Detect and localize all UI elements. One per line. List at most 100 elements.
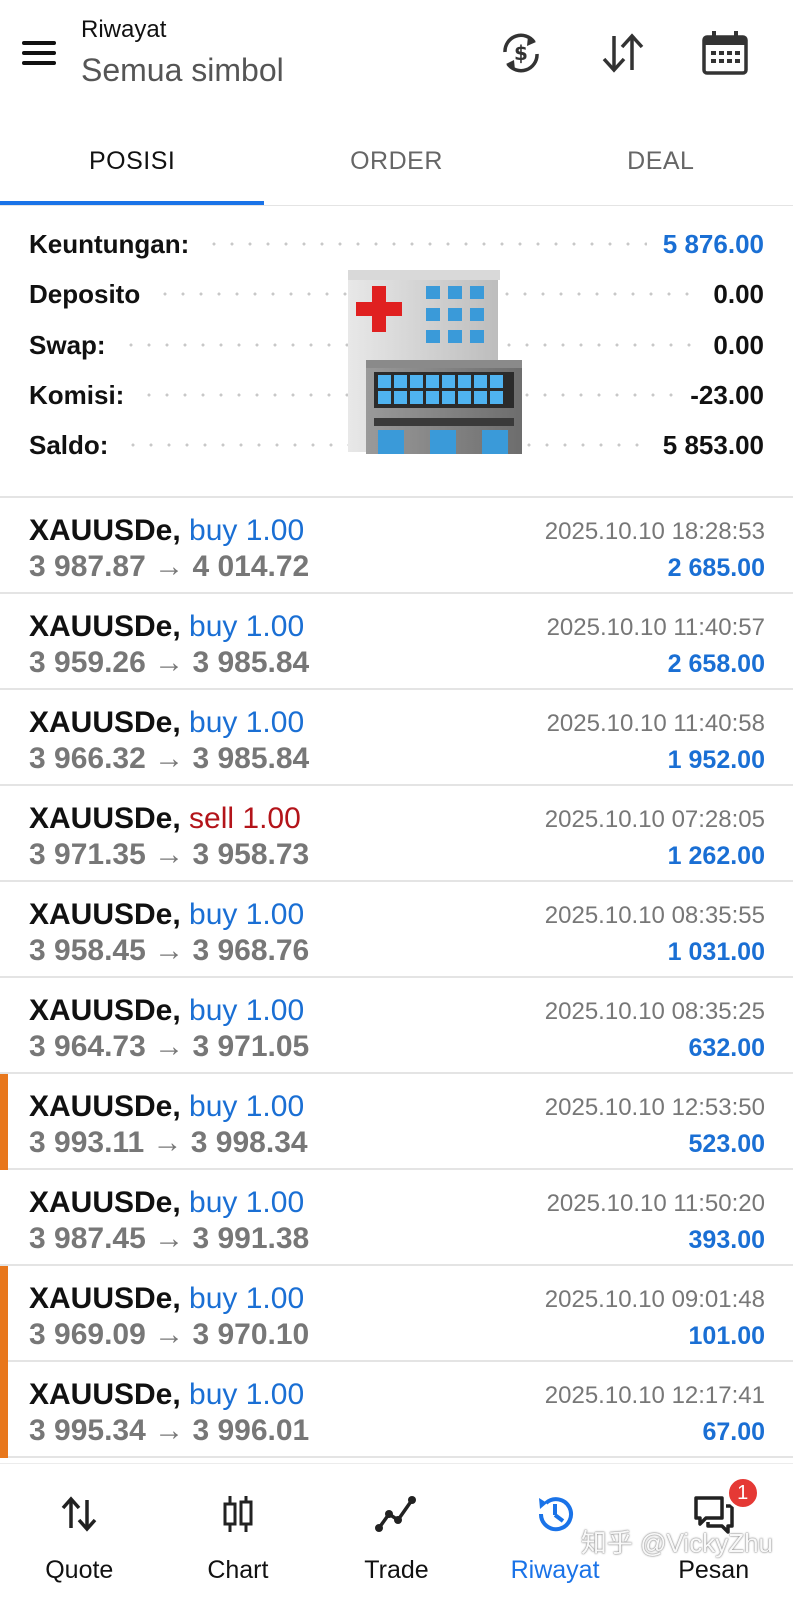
tab-posisi[interactable]: POSISI	[0, 118, 265, 205]
deal-profit: 2 658.00	[667, 650, 765, 678]
list-item[interactable]: XAUUSDe, buy 1.00 3 964.73 → 3 971.05 20…	[0, 978, 793, 1074]
candlestick-icon	[216, 1492, 260, 1536]
svg-text:$: $	[514, 41, 528, 65]
deal-time: 2025.10.10 08:35:25	[544, 998, 765, 1025]
nav-label: Trade	[364, 1556, 429, 1584]
deal-prices: 3 993.11 → 3 998.34	[29, 1126, 308, 1159]
deal-time: 2025.10.10 12:17:41	[544, 1382, 765, 1409]
balance-value: 5 853.00	[662, 429, 764, 460]
deal-side: buy 1.00	[189, 994, 305, 1027]
list-item[interactable]: XAUUSDe, buy 1.00 3 969.09 → 3 970.10 20…	[0, 1266, 793, 1362]
tab-order[interactable]: ORDER	[264, 118, 528, 205]
profit-value: 5 876.00	[662, 228, 764, 259]
deal-profit: 1 262.00	[667, 842, 765, 870]
deal-prices: 3 966.32 → 3 985.84	[29, 742, 310, 775]
deal-time: 2025.10.10 12:53:50	[544, 1094, 765, 1121]
swap-label: Swap:	[29, 329, 106, 360]
deal-time: 2025.10.10 18:28:53	[544, 518, 765, 545]
deal-side: buy 1.00	[189, 1282, 305, 1315]
deal-side: sell 1.00	[189, 802, 301, 835]
top-bar: Riwayat Semua simbol $	[0, 0, 793, 115]
position-list: XAUUSDe, buy 1.00 3 987.87 → 4 014.72 20…	[0, 498, 793, 1458]
deal-time: 2025.10.10 08:35:55	[544, 902, 765, 929]
deal-prices: 3 959.26 → 3 985.84	[29, 646, 310, 679]
deal-time: 2025.10.10 11:50:20	[546, 1190, 765, 1217]
list-item[interactable]: XAUUSDe, buy 1.00 3 987.45 → 3 991.38 20…	[0, 1170, 793, 1266]
deal-side: buy 1.00	[189, 610, 305, 643]
deal-side: buy 1.00	[189, 1090, 305, 1123]
quote-arrows-icon	[57, 1492, 101, 1536]
list-item[interactable]: XAUUSDe, buy 1.00 3 959.26 → 3 985.84 20…	[0, 594, 793, 690]
nav-label: Pesan	[678, 1556, 750, 1584]
deal-profit: 632.00	[688, 1034, 765, 1062]
balance-label: Saldo:	[29, 429, 109, 460]
nav-label: Quote	[45, 1556, 114, 1584]
page-title: Riwayat	[81, 16, 167, 43]
currency-exchange-icon[interactable]: $	[496, 28, 546, 78]
deal-side: buy 1.00	[189, 898, 305, 931]
list-item[interactable]: XAUUSDe, buy 1.00 3 966.32 → 3 985.84 20…	[0, 690, 793, 786]
history-tabs: POSISI ORDER DEAL	[0, 118, 793, 206]
deal-profit: 1 952.00	[667, 746, 765, 774]
deal-prices: 3 969.09 → 3 970.10	[29, 1318, 310, 1351]
deal-profit: 2 685.00	[667, 554, 765, 582]
list-item[interactable]: XAUUSDe, buy 1.00 3 987.87 → 4 014.72 20…	[0, 498, 793, 594]
deposit-label: Deposito	[29, 278, 141, 309]
deal-symbol: XAUUSDe,	[29, 610, 181, 643]
deal-side: buy 1.00	[189, 1186, 305, 1219]
deal-symbol: XAUUSDe,	[29, 514, 181, 547]
deal-time: 2025.10.10 11:40:58	[546, 710, 765, 737]
deal-prices: 3 987.87 → 4 014.72	[29, 550, 310, 583]
deal-symbol: XAUUSDe,	[29, 898, 181, 931]
nav-chart[interactable]: Chart	[159, 1464, 318, 1599]
menu-icon[interactable]	[18, 36, 60, 70]
deal-time: 2025.10.10 11:40:57	[546, 614, 765, 641]
swap-value: 0.00	[713, 329, 764, 360]
nav-label: Riwayat	[510, 1556, 600, 1584]
position-marker	[0, 1074, 8, 1170]
deal-side: buy 1.00	[189, 1378, 305, 1411]
tab-deal[interactable]: DEAL	[529, 118, 793, 205]
nav-trade[interactable]: Trade	[317, 1464, 476, 1599]
notification-badge: 1	[725, 1476, 760, 1510]
symbol-filter[interactable]: Semua simbol	[81, 52, 284, 89]
deal-symbol: XAUUSDe,	[29, 1186, 181, 1219]
deal-prices: 3 971.35 → 3 958.73	[29, 838, 310, 871]
deal-time: 2025.10.10 09:01:48	[544, 1286, 765, 1313]
sort-icon[interactable]	[598, 28, 648, 78]
dotted-leader	[205, 242, 647, 246]
deal-side: buy 1.00	[189, 514, 305, 547]
commission-value: -23.00	[690, 379, 764, 410]
deposit-value: 0.00	[713, 278, 764, 309]
list-item[interactable]: XAUUSDe, buy 1.00 3 958.45 → 3 968.76 20…	[0, 882, 793, 978]
deal-side: buy 1.00	[189, 706, 305, 739]
calendar-icon[interactable]	[700, 28, 750, 78]
list-item[interactable]: XAUUSDe, sell 1.00 3 971.35 → 3 958.73 2…	[0, 786, 793, 882]
nav-label: Chart	[207, 1556, 269, 1584]
deal-profit: 67.00	[702, 1418, 765, 1446]
deal-symbol: XAUUSDe,	[29, 1282, 181, 1315]
commission-label: Komisi:	[29, 379, 125, 410]
list-item[interactable]: XAUUSDe, buy 1.00 3 993.11 → 3 998.34 20…	[0, 1074, 793, 1170]
deal-symbol: XAUUSDe,	[29, 994, 181, 1027]
history-icon	[533, 1492, 577, 1536]
summary-row-profit: Keuntungan: 5 876.00	[29, 224, 764, 264]
position-marker	[0, 1362, 8, 1458]
deal-symbol: XAUUSDe,	[29, 706, 181, 739]
deal-profit: 523.00	[688, 1130, 765, 1158]
nav-quote[interactable]: Quote	[0, 1464, 159, 1599]
deal-symbol: XAUUSDe,	[29, 1090, 181, 1123]
deal-symbol: XAUUSDe,	[29, 802, 181, 835]
deal-prices: 3 964.73 → 3 971.05	[29, 1030, 310, 1063]
deal-profit: 393.00	[688, 1226, 765, 1254]
position-marker	[0, 1266, 8, 1362]
deal-profit: 1 031.00	[667, 938, 765, 966]
deal-prices: 3 995.34 → 3 996.01	[29, 1414, 310, 1447]
deal-time: 2025.10.10 07:28:05	[544, 806, 765, 833]
deal-profit: 101.00	[688, 1322, 765, 1350]
list-item[interactable]: XAUUSDe, buy 1.00 3 995.34 → 3 996.01 20…	[0, 1362, 793, 1458]
deal-prices: 3 958.45 → 3 968.76	[29, 934, 310, 967]
profit-label: Keuntungan:	[29, 228, 190, 259]
hospital-emoji-icon	[346, 270, 524, 456]
deal-prices: 3 987.45 → 3 991.38	[29, 1222, 310, 1255]
